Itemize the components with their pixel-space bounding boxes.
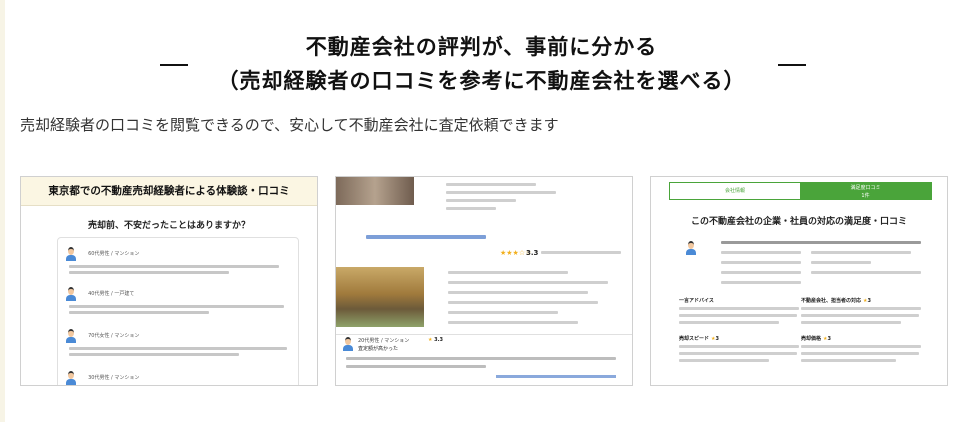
avatar-icon bbox=[342, 337, 354, 351]
avatar-icon bbox=[65, 370, 77, 385]
company-link[interactable] bbox=[366, 235, 486, 239]
heading-line-1: 不動産会社の評判が、事前に分かる bbox=[305, 35, 658, 59]
review-card-satisfaction: 会社情報 満足度口コミ 1件 この不動産会社の企業・社員の対応の満足度・口コミ … bbox=[650, 176, 948, 386]
tab-satisfaction-reviews[interactable]: 満足度口コミ 1件 bbox=[800, 183, 931, 199]
card1-question: 売却前、不安だったことはありますか？ bbox=[87, 221, 250, 231]
section-staff-response: 不動産会社、担当者の対応 ★3 bbox=[801, 298, 871, 304]
section-sale-speed: 売却スピード ★3 bbox=[679, 336, 719, 342]
review-card-company-list: ★★★☆☆ 3.3 20代男性 / マンション ★ 3.3 査定額が高かった bbox=[335, 176, 633, 386]
list-item: 70代女性 / マンション bbox=[65, 325, 295, 356]
tab-company-info[interactable]: 会社情報 bbox=[670, 183, 800, 199]
review-title: 査定額が高かった bbox=[358, 346, 399, 352]
subtitle: 売却経験者の口コミを閲覧できるので、安心して不動産会社に査定依頼できます bbox=[20, 116, 559, 134]
card1-header: 東京都での不動産売却経験者による体験談・口コミ bbox=[21, 177, 317, 206]
section-sale-price: 売却価格 ★3 bbox=[801, 336, 831, 342]
property-photo bbox=[336, 177, 414, 205]
reviewer-meta: 70代女性 / マンション bbox=[88, 333, 140, 339]
heading-line-2: （売却経験者の口コミを参考に不動産会社を選べる） bbox=[217, 69, 746, 93]
reviewer-meta: 20代男性 / マンション bbox=[358, 338, 410, 344]
main-heading: 不動産会社の評判が、事前に分かる （売却経験者の口コミを参考に不動産会社を選べる… bbox=[0, 30, 963, 98]
building-photo bbox=[336, 267, 424, 327]
list-item: 30代男性 / マンション bbox=[65, 367, 295, 385]
company-rating: 3.3 bbox=[526, 249, 539, 257]
more-reviews-link[interactable] bbox=[496, 375, 616, 378]
avatar-icon bbox=[65, 246, 77, 261]
reviewer-meta: 30代男性 / マンション bbox=[88, 375, 140, 381]
avatar-icon bbox=[65, 286, 77, 301]
tab-bar: 会社情報 満足度口コミ 1件 bbox=[669, 182, 932, 200]
heading-dash-right bbox=[778, 64, 806, 66]
section-advice: 一言アドバイス bbox=[679, 298, 714, 304]
review-star-icon: ★ 3.3 bbox=[428, 337, 443, 343]
list-item: 60代男性 / マンション bbox=[65, 243, 295, 274]
avatar-icon bbox=[685, 241, 697, 255]
card3-title: この不動産会社の企業・社員の対応の満足度・口コミ bbox=[690, 217, 907, 227]
reviewer-meta: 40代男性 / 一戸建て bbox=[88, 291, 135, 297]
list-item: 40代男性 / 一戸建て bbox=[65, 283, 295, 314]
avatar-icon bbox=[65, 328, 77, 343]
reviewer-meta: 60代男性 / マンション bbox=[88, 251, 140, 257]
heading-dash-left bbox=[160, 64, 188, 66]
review-card-experiences: 東京都での不動産売却経験者による体験談・口コミ 売却前、不安だったことはあります… bbox=[20, 176, 318, 386]
